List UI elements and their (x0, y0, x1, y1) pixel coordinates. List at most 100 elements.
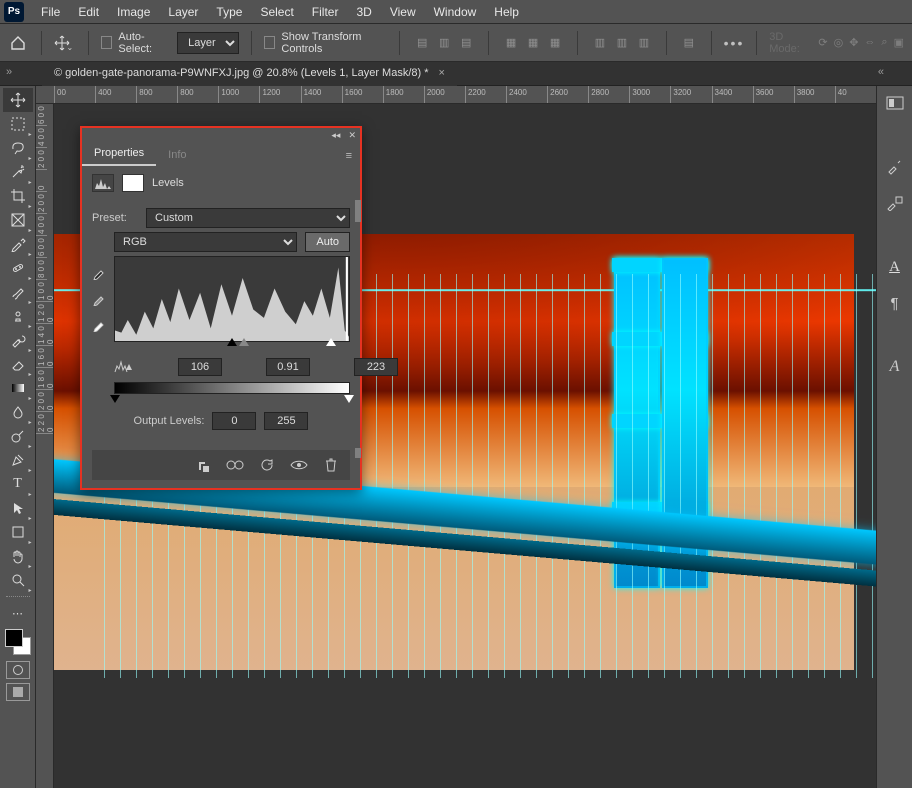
menu-3d[interactable]: 3D (347, 1, 380, 23)
auto-button[interactable]: Auto (305, 232, 350, 252)
highlight-input[interactable] (354, 358, 398, 376)
align-right-icon[interactable]: ▤ (456, 33, 476, 53)
gradient-tool[interactable] (3, 376, 33, 400)
healing-tool[interactable] (3, 256, 33, 280)
panel-scrollbar[interactable] (355, 200, 361, 222)
glyphs-panel-icon[interactable]: A (882, 356, 908, 378)
histogram[interactable] (114, 256, 350, 342)
menu-type[interactable]: Type (207, 1, 251, 23)
clip-to-layer-icon[interactable] (194, 456, 212, 474)
ruler-horizontal[interactable]: 0040080080010001200140016001800200022002… (36, 86, 876, 104)
more-options-icon[interactable]: ••• (724, 35, 745, 51)
menu-window[interactable]: Window (425, 1, 486, 23)
menu-file[interactable]: File (32, 1, 69, 23)
output-hi-input[interactable] (264, 412, 308, 430)
app-logo[interactable]: Ps (4, 2, 24, 22)
crop-tool[interactable] (3, 184, 33, 208)
panel-group-1-icon[interactable] (882, 92, 908, 114)
shape-tool[interactable] (3, 520, 33, 544)
channel-select[interactable]: RGB (114, 232, 297, 252)
quick-mask-toggle[interactable] (6, 661, 30, 679)
close-tab-icon[interactable]: × (439, 67, 445, 79)
gray-point-eyedropper-icon[interactable] (92, 290, 110, 308)
3d-roll-icon[interactable]: ◎ (834, 36, 844, 49)
path-select-tool[interactable] (3, 496, 33, 520)
marquee-tool[interactable] (3, 112, 33, 136)
menu-edit[interactable]: Edit (69, 1, 108, 23)
output-lo-input[interactable] (212, 412, 256, 430)
panel-close-icon[interactable]: ✕ (348, 130, 356, 141)
align-left-icon[interactable]: ▤ (412, 33, 432, 53)
align-center-h-icon[interactable]: ▥ (434, 33, 454, 53)
clip-warning-icon[interactable] (114, 360, 134, 374)
auto-select-target[interactable]: Layer (177, 32, 239, 54)
layer-mask-icon[interactable] (122, 174, 144, 192)
stamp-tool[interactable] (3, 304, 33, 328)
move-tool[interactable] (3, 88, 33, 112)
history-brush-tool[interactable] (3, 328, 33, 352)
3d-zoom-icon[interactable]: ⌕ (881, 36, 887, 49)
view-previous-icon[interactable] (226, 456, 244, 474)
type-tool[interactable]: T (3, 472, 33, 496)
menu-filter[interactable]: Filter (303, 1, 348, 23)
hand-tool[interactable] (3, 544, 33, 568)
3d-orbit-icon[interactable]: ⟳ (818, 36, 827, 49)
brush-panel-icon[interactable] (882, 156, 908, 178)
properties-panel[interactable]: ◂◂ ✕ Properties Info ≡ Levels Preset: Cu… (80, 126, 362, 490)
midtone-slider[interactable] (239, 338, 249, 346)
frame-tool[interactable] (3, 208, 33, 232)
align-bottom-icon[interactable]: ▦ (545, 33, 565, 53)
align-middle-icon[interactable]: ▦ (523, 33, 543, 53)
panel-menu-icon[interactable]: ≡ (338, 146, 360, 166)
reset-icon[interactable] (258, 456, 276, 474)
black-point-eyedropper-icon[interactable] (92, 264, 110, 282)
menu-layer[interactable]: Layer (159, 1, 207, 23)
pen-tool[interactable] (3, 448, 33, 472)
character-panel-icon[interactable]: A (882, 256, 908, 278)
align-top-icon[interactable]: ▦ (501, 33, 521, 53)
screen-mode-toggle[interactable] (6, 683, 30, 701)
brush-settings-panel-icon[interactable] (882, 192, 908, 214)
zoom-tool[interactable] (3, 568, 33, 592)
blur-tool[interactable] (3, 400, 33, 424)
highlight-slider[interactable] (326, 338, 336, 346)
distribute-top-icon[interactable]: ▥ (590, 33, 610, 53)
home-button[interactable] (8, 31, 29, 55)
tab-properties[interactable]: Properties (82, 142, 156, 166)
visibility-icon[interactable] (290, 456, 308, 474)
preset-select[interactable]: Custom (146, 208, 350, 228)
white-point-eyedropper-icon[interactable] (92, 316, 110, 334)
distribute-bottom-icon[interactable]: ▥ (634, 33, 654, 53)
tab-info[interactable]: Info (156, 144, 198, 166)
edit-toolbar-icon[interactable]: ⋯ (3, 601, 33, 625)
document-tab[interactable]: © golden-gate-panorama-P9WNFXJ.jpg @ 20.… (42, 62, 457, 86)
auto-select-checkbox[interactable]: Auto-Select: (101, 31, 169, 55)
ruler-vertical[interactable]: 6 0 04 0 02 0 002 0 04 0 06 0 08 0 01 0 … (36, 104, 54, 788)
input-sliders[interactable] (114, 342, 350, 354)
3d-slide-icon[interactable]: ⇔ (864, 36, 875, 49)
distribute-h-icon[interactable]: ▤ (679, 33, 699, 53)
panel-collapse-icon[interactable]: ◂◂ (331, 130, 340, 141)
quick-select-tool[interactable] (3, 160, 33, 184)
menu-image[interactable]: Image (108, 1, 159, 23)
midtone-input[interactable] (266, 358, 310, 376)
show-transform-checkbox[interactable]: Show Transform Controls (264, 31, 387, 55)
delete-icon[interactable] (322, 456, 340, 474)
move-tool-icon[interactable]: ⌄ (54, 31, 77, 55)
lasso-tool[interactable] (3, 136, 33, 160)
3d-pan-icon[interactable]: ✥ (849, 36, 858, 49)
color-swatch[interactable] (5, 629, 31, 655)
output-gradient[interactable] (114, 382, 350, 394)
paragraph-panel-icon[interactable]: ¶ (882, 292, 908, 314)
eyedropper-tool[interactable] (3, 232, 33, 256)
3d-camera-icon[interactable]: ▣ (894, 36, 904, 49)
shadow-input[interactable] (178, 358, 222, 376)
brush-tool[interactable] (3, 280, 33, 304)
menu-help[interactable]: Help (485, 1, 528, 23)
shadow-slider[interactable] (227, 338, 237, 346)
eraser-tool[interactable] (3, 352, 33, 376)
distribute-v-icon[interactable]: ▥ (612, 33, 632, 53)
menu-view[interactable]: View (381, 1, 425, 23)
dodge-tool[interactable] (3, 424, 33, 448)
menu-select[interactable]: Select (251, 1, 302, 23)
